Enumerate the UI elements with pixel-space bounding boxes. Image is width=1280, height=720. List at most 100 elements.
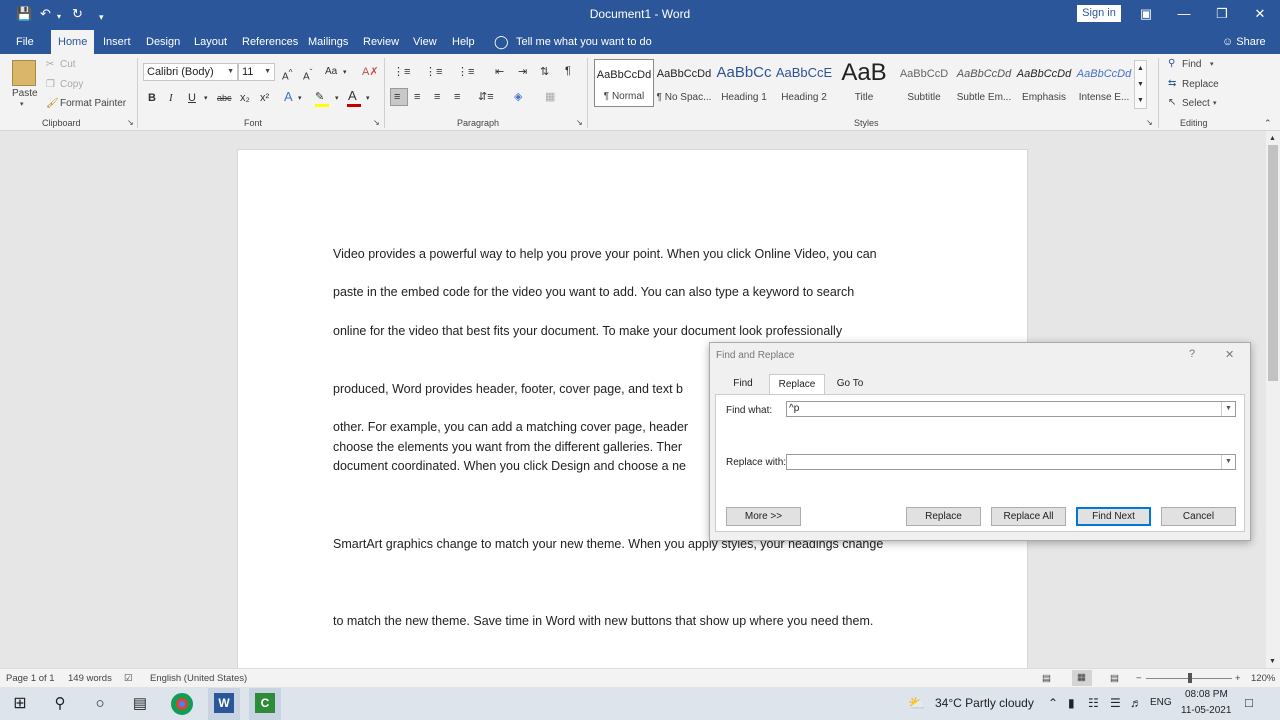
multilevel-list-icon[interactable]: ⋮≡ (457, 65, 474, 79)
font-size-select[interactable]: 11 ▼ (238, 63, 275, 81)
align-left-button[interactable]: ≡ (390, 88, 408, 106)
style-emphasis[interactable]: AaBbCcDd Emphasis (1014, 59, 1074, 107)
battery-icon[interactable]: ▮ (1068, 696, 1075, 710)
volume-icon[interactable]: ♬ (1130, 696, 1142, 710)
replace-all-button[interactable]: Replace All (991, 507, 1066, 526)
clock-date[interactable]: 11-05-2021 (1181, 705, 1231, 716)
copy-button[interactable]: Copy (60, 79, 83, 90)
language-status[interactable]: English (United States) (150, 673, 247, 684)
chevron-down-icon[interactable]: ▾ (1213, 99, 1217, 107)
increase-indent-icon[interactable]: ⇥ (518, 65, 527, 79)
format-painter-button[interactable]: Format Painter (60, 98, 126, 109)
camtasia-taskbar-button[interactable]: C (249, 688, 281, 720)
notifications-icon[interactable]: □ (1245, 695, 1253, 710)
borders-icon[interactable]: ▦ (545, 90, 555, 104)
chevron-down-icon[interactable]: ▾ (204, 92, 208, 106)
font-color-button[interactable]: A (348, 89, 357, 103)
chevron-down-icon[interactable]: ▾ (298, 92, 302, 106)
close-icon[interactable]: ✕ (1225, 348, 1234, 361)
tab-references[interactable]: References (242, 30, 298, 54)
chrome-icon[interactable] (171, 693, 193, 715)
style-normal[interactable]: AaBbCcDd ¶ Normal (594, 59, 654, 107)
word-taskbar-button[interactable]: W (208, 688, 240, 720)
tab-replace[interactable]: Replace (769, 374, 825, 395)
cortana-icon[interactable]: ○ (88, 692, 112, 716)
grow-font-icon[interactable]: A^ (282, 65, 293, 84)
vertical-scrollbar[interactable]: ▲ ▼ (1266, 131, 1280, 668)
cancel-button[interactable]: Cancel (1161, 507, 1236, 526)
input-language[interactable]: ENG (1150, 697, 1172, 708)
dialog-launcher-icon[interactable]: ↘ (1146, 118, 1153, 127)
collapse-ribbon-icon[interactable]: ⌃ (1264, 118, 1272, 129)
close-icon[interactable]: ✕ (1248, 4, 1272, 24)
find-button[interactable]: Find (1182, 59, 1201, 70)
paste-icon[interactable] (12, 60, 36, 86)
chevron-down-icon[interactable]: ▾ (366, 92, 370, 106)
word-count[interactable]: 149 words (68, 673, 112, 684)
sort-icon[interactable]: ⇅ (540, 65, 549, 79)
style-no-spacing[interactable]: AaBbCcDd ¶ No Spac... (654, 59, 714, 107)
dialog-launcher-icon[interactable]: ↘ (576, 118, 583, 127)
tab-home[interactable]: Home (51, 30, 95, 54)
superscript-button[interactable]: x² (260, 91, 269, 105)
weather-icon[interactable]: ⛅ (908, 695, 925, 712)
chevron-down-icon[interactable]: ▼ (1221, 455, 1235, 469)
replace-button[interactable]: Replace (1182, 79, 1219, 90)
zoom-level[interactable]: 120% (1251, 673, 1275, 684)
proofing-icon[interactable]: ☑ (124, 673, 133, 684)
paste-dropdown-icon[interactable]: ▾ (20, 100, 24, 108)
read-mode-icon[interactable]: ▤ (1042, 673, 1051, 684)
italic-button[interactable]: I (169, 91, 173, 105)
task-view-icon[interactable]: ▤ (128, 692, 152, 716)
more-button[interactable]: More >> (726, 507, 801, 526)
line-spacing-icon[interactable]: ⇵≡ (478, 90, 494, 104)
text-effects-button[interactable]: A (284, 90, 293, 104)
select-button[interactable]: Select (1182, 98, 1210, 109)
strikethrough-button[interactable]: abc (217, 91, 232, 105)
highlight-icon[interactable]: ✎ (315, 90, 324, 104)
style-subtitle[interactable]: AaBbCcD Subtitle (894, 59, 954, 107)
scroll-down-icon[interactable]: ▼ (1269, 655, 1276, 669)
chevron-down-icon[interactable]: ▾ (1210, 60, 1214, 68)
chevron-down-icon[interactable]: ▾ (343, 66, 347, 80)
tab-go-to[interactable]: Go To (834, 374, 866, 394)
paste-button[interactable]: Paste (12, 88, 38, 99)
tab-help[interactable]: Help (452, 30, 475, 54)
dialog-launcher-icon[interactable]: ↘ (373, 118, 380, 127)
scroll-thumb[interactable] (1268, 145, 1278, 381)
chevron-down-icon[interactable]: ▾ (335, 92, 339, 106)
share-button[interactable]: ☺ Share (1222, 30, 1266, 54)
bold-button[interactable]: B (148, 91, 156, 105)
tab-mailings[interactable]: Mailings (308, 30, 348, 54)
wifi-icon[interactable]: ☰ (1110, 696, 1121, 710)
align-center-icon[interactable]: ≡ (414, 90, 420, 104)
more-styles-icon[interactable]: ▼ (1137, 94, 1144, 108)
clear-formatting-icon[interactable]: A✗ (362, 65, 379, 79)
zoom-slider-thumb[interactable] (1188, 673, 1192, 683)
justify-icon[interactable]: ≡ (454, 90, 460, 104)
replace-button[interactable]: Replace (906, 507, 981, 526)
chevron-up-icon[interactable]: ⌃ (1048, 696, 1058, 710)
network-icon[interactable]: ☷ (1088, 696, 1099, 710)
replace-with-input[interactable]: ▼ (786, 454, 1236, 470)
page-count[interactable]: Page 1 of 1 (6, 673, 55, 684)
tab-design[interactable]: Design (146, 30, 180, 54)
show-hide-marks-button[interactable]: ¶ (565, 64, 571, 78)
numbering-icon[interactable]: ⋮≡ (425, 65, 442, 79)
chevron-down-icon[interactable]: ▼ (1137, 78, 1144, 92)
search-icon[interactable]: ⚲ (48, 692, 72, 716)
ribbon-display-icon[interactable]: ▣ (1134, 4, 1158, 24)
scroll-up-icon[interactable]: ▲ (1269, 132, 1276, 146)
tell-me-search[interactable]: Tell me what you want to do (516, 30, 652, 54)
minimize-icon[interactable]: — (1172, 4, 1196, 24)
bullets-icon[interactable]: ⋮≡ (393, 65, 410, 79)
style-heading-2[interactable]: AaBbCcE Heading 2 (774, 59, 834, 107)
align-right-icon[interactable]: ≡ (434, 90, 440, 104)
shading-icon[interactable]: ◈ (514, 90, 522, 104)
chevron-down-icon[interactable]: ▼ (1221, 402, 1235, 416)
chevron-up-icon[interactable]: ▲ (1137, 62, 1144, 76)
find-next-button[interactable]: Find Next (1076, 507, 1151, 526)
weather-text[interactable]: 34°C Partly cloudy (935, 696, 1034, 710)
windows-start-icon[interactable]: ⊞ (8, 692, 32, 716)
tab-file[interactable]: File (16, 30, 34, 54)
